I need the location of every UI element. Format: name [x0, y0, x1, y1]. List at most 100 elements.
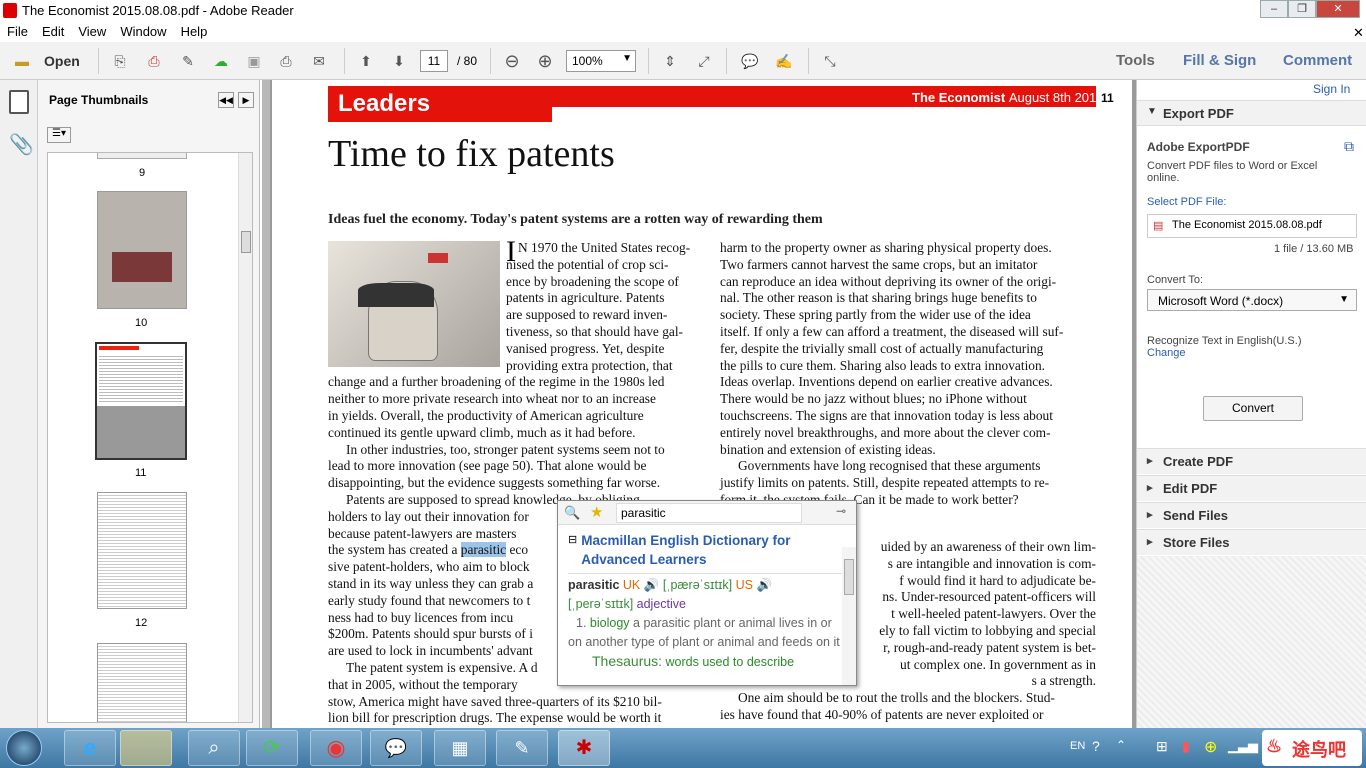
- convert-button[interactable]: Convert: [1203, 396, 1303, 421]
- network-icon[interactable]: ▁▃▅: [1228, 738, 1258, 754]
- article-line: Two farmers cannot harvest the same crop…: [720, 256, 1038, 272]
- page-number-input[interactable]: 11: [420, 50, 448, 72]
- change-link[interactable]: Change: [1147, 347, 1186, 359]
- comment-tab[interactable]: Comment: [1283, 52, 1352, 69]
- speaker-icon[interactable]: 🔊: [644, 578, 660, 592]
- sign-in-link[interactable]: Sign In: [1313, 82, 1350, 96]
- sync-app-icon[interactable]: ⟳: [246, 730, 298, 766]
- notepad-icon[interactable]: ✎: [496, 730, 548, 766]
- viewer-splitter[interactable]: [262, 80, 270, 728]
- convert-to-label: Convert To:: [1147, 274, 1204, 286]
- menu-file[interactable]: File: [0, 22, 35, 41]
- article-line: continued its gentle upward climb, much …: [328, 424, 636, 440]
- adobe-reader-taskbar-icon[interactable]: ✱: [558, 730, 610, 766]
- collapse-icon[interactable]: ⊟: [568, 531, 577, 569]
- minimize-button[interactable]: –: [1260, 0, 1288, 18]
- menu-window[interactable]: Window: [113, 22, 173, 41]
- thumbnail-page-11[interactable]: [95, 342, 187, 460]
- close-document-icon[interactable]: ✕: [1346, 23, 1366, 43]
- format-select[interactable]: Microsoft Word (*.docx) ▼: [1147, 289, 1357, 311]
- tray-plus-icon[interactable]: ⊕: [1204, 737, 1217, 757]
- previous-page-icon[interactable]: ⬆: [354, 50, 378, 72]
- attachments-icon[interactable]: 📎: [9, 132, 34, 157]
- next-page-icon[interactable]: ⬇: [387, 50, 411, 72]
- zoom-in-icon[interactable]: ⊕: [533, 50, 557, 72]
- article-line: can reproduce an idea without depriving …: [720, 273, 1057, 289]
- fit-width-icon[interactable]: ⇕: [658, 50, 682, 72]
- zoom-out-icon[interactable]: ⊖: [500, 50, 524, 72]
- masthead: The Economist August 8th 2015: [912, 90, 1104, 105]
- article-line: neither to more private research into wh…: [328, 391, 656, 407]
- open-folder-icon[interactable]: ▬: [10, 50, 34, 72]
- star-icon[interactable]: ★: [590, 503, 603, 521]
- tools-tab[interactable]: Tools: [1116, 52, 1155, 69]
- thumbnail-page-13[interactable]: [97, 643, 187, 722]
- thumbnail-options-button[interactable]: ☰▾: [47, 127, 71, 143]
- search-icon[interactable]: 🔍: [564, 505, 580, 521]
- wechat-icon[interactable]: 💬: [370, 730, 422, 766]
- dictionary-title[interactable]: Macmillan English Dictionary for Advance…: [581, 531, 842, 569]
- help-icon[interactable]: ?: [1092, 738, 1100, 754]
- print-icon[interactable]: ⎙: [274, 50, 298, 72]
- search-app-icon[interactable]: ⌕: [188, 730, 240, 766]
- save-icon[interactable]: ▣: [242, 50, 266, 72]
- highlight-text-icon[interactable]: ✍: [772, 50, 796, 72]
- create-pdf-section[interactable]: Create PDF: [1137, 448, 1366, 474]
- article-line: fer, despite the trivially small cost of…: [720, 340, 1044, 356]
- chevron-down-icon: ▼: [622, 53, 632, 64]
- tray-windows-icon[interactable]: ⊞: [1156, 738, 1168, 755]
- upload-cloud-icon[interactable]: ☁: [209, 50, 233, 72]
- popup-body: ⊟ Macmillan English Dictionary for Advan…: [568, 531, 842, 672]
- edit-icon[interactable]: ✎: [176, 50, 200, 72]
- chrome-icon[interactable]: ◉: [310, 730, 362, 766]
- dictionary-search-input[interactable]: parasitic: [616, 503, 802, 523]
- sticky-note-icon[interactable]: 💬: [738, 50, 762, 72]
- collapse-panel-button[interactable]: ◀◀: [218, 92, 234, 108]
- menu-help[interactable]: Help: [174, 22, 215, 41]
- banner-underline: [328, 106, 1096, 107]
- open-button[interactable]: Open: [44, 53, 80, 69]
- thumbnail-page-12[interactable]: [97, 492, 187, 609]
- section-label: Store Files: [1163, 535, 1230, 550]
- fit-page-icon[interactable]: ⤢: [692, 50, 716, 72]
- highlighted-word[interactable]: parasitic: [460, 542, 507, 558]
- menu-edit[interactable]: Edit: [35, 22, 71, 41]
- send-files-section[interactable]: Send Files: [1137, 502, 1366, 528]
- section-label: Create PDF: [1163, 454, 1234, 469]
- article-line: lead to more innovation (see page 50). T…: [328, 458, 647, 474]
- article-line: providing extra protection, that: [506, 357, 673, 373]
- thumbnail-page-9[interactable]: [97, 153, 187, 159]
- tools-pane: Sign In ▼ Export PDF Adobe ExportPDF ⧉ C…: [1136, 80, 1366, 728]
- expand-icon[interactable]: ⤡: [818, 50, 842, 72]
- restore-button[interactable]: ❐: [1288, 0, 1316, 18]
- uk-phonetic: [ˌpærəˈsɪtɪk]: [662, 578, 733, 592]
- network-app-icon[interactable]: ▦: [434, 730, 486, 766]
- speaker-icon[interactable]: 🔊: [757, 578, 773, 592]
- zoom-select[interactable]: 100% ▼: [566, 50, 636, 72]
- file-explorer-icon[interactable]: [120, 730, 172, 766]
- page-thumbnails-icon[interactable]: [9, 90, 29, 114]
- selected-file-field[interactable]: ▤ The Economist 2015.08.08.pdf: [1147, 214, 1357, 238]
- menu-view[interactable]: View: [71, 22, 113, 41]
- fill-sign-tab[interactable]: Fill & Sign: [1183, 52, 1256, 69]
- tray-app-icon[interactable]: ▮: [1182, 738, 1190, 755]
- export-pdf-label: Export PDF: [1163, 106, 1234, 121]
- email-icon[interactable]: ✉: [307, 50, 331, 72]
- tray-chevron-icon[interactable]: ⌃: [1116, 738, 1126, 752]
- thumbnail-page-10[interactable]: [97, 191, 187, 309]
- internet-explorer-icon[interactable]: e: [64, 730, 116, 766]
- close-button[interactable]: ✕: [1316, 0, 1360, 18]
- export-icon[interactable]: ⎙: [142, 50, 166, 72]
- pin-icon[interactable]: ⊸: [836, 504, 846, 518]
- store-files-section[interactable]: Store Files: [1137, 529, 1366, 555]
- start-button[interactable]: [6, 730, 42, 766]
- thumbnails-panel: Page Thumbnails ◀◀ ▶ ☰▾ 9 10 11 12: [38, 80, 260, 728]
- language-indicator[interactable]: EN: [1070, 740, 1085, 752]
- expand-panel-button[interactable]: ▶: [238, 92, 254, 108]
- popup-scrollbar[interactable]: [842, 547, 856, 685]
- export-pdf-header[interactable]: ▼ Export PDF: [1137, 100, 1366, 126]
- create-icon[interactable]: ⎘: [108, 50, 132, 72]
- thumbnail-scrollbar[interactable]: [238, 153, 252, 722]
- thesaurus-text[interactable]: words used to describe: [666, 655, 795, 669]
- edit-pdf-section[interactable]: Edit PDF: [1137, 475, 1366, 501]
